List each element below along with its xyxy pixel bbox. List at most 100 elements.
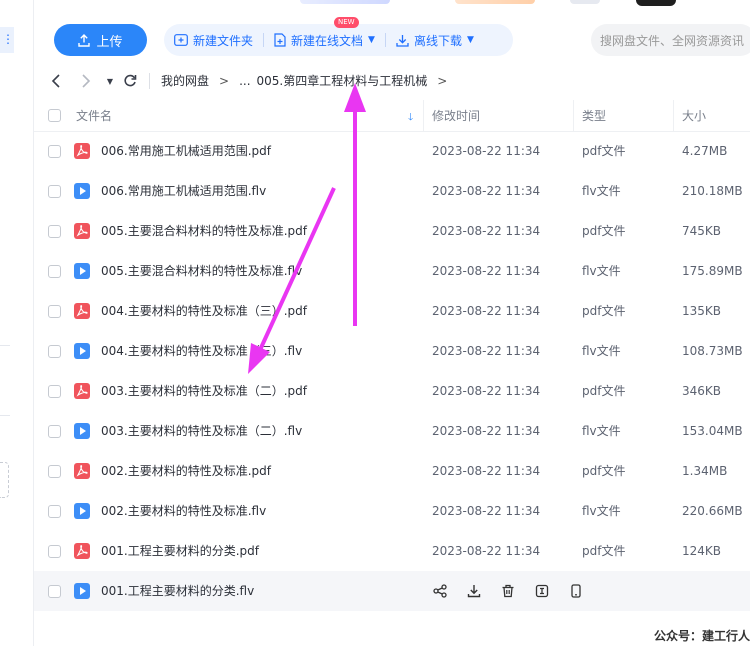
table-row[interactable]: 006.常用施工机械适用范围.flv 2023-08-22 11:34 flv文件 2… [34, 171, 750, 211]
column-header-modified[interactable]: 修改时间 [432, 100, 480, 132]
row-checkbox[interactable] [48, 345, 61, 358]
video-file-icon [73, 502, 91, 520]
modified-time: 2023-08-22 11:34 [432, 224, 541, 238]
row-checkbox[interactable] [48, 465, 61, 478]
toolbar: 上传 新建文件夹 新建在线文档 ▼ NEW 离线下载 ▼ 搜网盘文件、全网资源资… [34, 17, 750, 58]
new-online-doc-label: 新建在线文档 [291, 33, 364, 48]
file-name[interactable]: 004.主要材料的特性及标准（三）.pdf [101, 291, 307, 331]
table-row[interactable]: 003.主要材料的特性及标准（二）.pdf 2023-08-22 11:34 pdf… [34, 371, 750, 411]
delete-icon[interactable] [500, 583, 516, 599]
table-row[interactable]: 004.主要材料的特性及标准（三）.pdf 2023-08-22 11:34 pdf… [34, 291, 750, 331]
dropdown-caret-icon[interactable]: ▼ [368, 35, 375, 45]
column-divider[interactable] [673, 100, 674, 132]
row-checkbox[interactable] [48, 545, 61, 558]
sort-arrow-icon[interactable]: 🡓 [408, 110, 413, 127]
file-name[interactable]: 001.工程主要材料的分类.flv [101, 571, 254, 611]
video-file-icon [73, 262, 91, 280]
file-type: pdf文件 [582, 464, 626, 478]
file-name[interactable]: 004.主要材料的特性及标准（三）.flv [101, 331, 302, 371]
modified-time: 2023-08-22 11:34 [432, 544, 541, 558]
row-checkbox[interactable] [48, 505, 61, 518]
row-checkbox[interactable] [48, 305, 61, 318]
pdf-file-icon [73, 142, 91, 160]
table-row[interactable]: 001.工程主要材料的分类.flv [34, 571, 750, 611]
row-checkbox[interactable] [48, 385, 61, 398]
video-file-icon [73, 182, 91, 200]
phone-icon[interactable] [568, 583, 584, 599]
row-checkbox[interactable] [48, 585, 61, 598]
breadcrumb-separator: > [437, 73, 448, 88]
file-type: flv文件 [582, 424, 621, 438]
file-name[interactable]: 005.主要混合料材料的特性及标准.flv [101, 251, 302, 291]
breadcrumb-separator: > [219, 73, 230, 88]
pdf-file-icon [73, 222, 91, 240]
row-checkbox[interactable] [48, 425, 61, 438]
row-checkbox[interactable] [48, 225, 61, 238]
table-row[interactable]: 006.常用施工机械适用范围.pdf 2023-08-22 11:34 pdf文件 4… [34, 131, 750, 171]
select-all-checkbox[interactable] [48, 109, 61, 122]
top-tab-strip [455, 0, 535, 4]
rename-icon[interactable] [534, 583, 550, 599]
new-online-doc-button[interactable]: 新建在线文档 ▼ NEW [264, 17, 385, 56]
table-row[interactable]: 004.主要材料的特性及标准（三）.flv 2023-08-22 11:34 flv… [34, 331, 750, 371]
file-type: flv文件 [582, 184, 621, 198]
column-header-type[interactable]: 类型 [582, 100, 606, 132]
new-folder-button[interactable]: 新建文件夹 [164, 24, 263, 56]
file-type: pdf文件 [582, 144, 626, 158]
column-header-name[interactable]: 文件名 [76, 100, 112, 132]
breadcrumb-ellipsis[interactable]: ... [239, 74, 250, 88]
top-tab-strip [636, 0, 676, 6]
sidebar-drop-zone[interactable] [0, 462, 9, 498]
row-checkbox[interactable] [48, 185, 61, 198]
forward-arrow-icon[interactable] [76, 71, 96, 91]
file-name[interactable]: 002.主要材料的特性及标准.pdf [101, 451, 271, 491]
upload-button[interactable]: 上传 [54, 24, 147, 56]
file-type: pdf文件 [582, 544, 626, 558]
file-name[interactable]: 006.常用施工机械适用范围.pdf [101, 131, 271, 171]
file-table-header: 文件名 🡓 修改时间 类型 大小 [34, 100, 750, 132]
file-type: flv文件 [582, 264, 621, 278]
modified-time: 2023-08-22 11:34 [432, 504, 541, 518]
table-row[interactable]: 005.主要混合料材料的特性及标准.flv 2023-08-22 11:34 flv… [34, 251, 750, 291]
table-row[interactable]: 002.主要材料的特性及标准.flv 2023-08-22 11:34 flv文件 2… [34, 491, 750, 531]
table-row[interactable]: 002.主要材料的特性及标准.pdf 2023-08-22 11:34 pdf文件 1… [34, 451, 750, 491]
table-row[interactable]: 001.工程主要材料的分类.pdf 2023-08-22 11:34 pdf文件 12… [34, 531, 750, 571]
offline-download-button[interactable]: 离线下载 ▼ [386, 24, 484, 56]
file-size: 220.66MB [682, 504, 743, 518]
left-sidebar: ⋮ [0, 0, 34, 646]
breadcrumb-current[interactable]: 005.第四章工程材料与工程机械 [257, 72, 428, 89]
offline-download-icon [396, 34, 409, 47]
column-divider[interactable] [573, 100, 574, 132]
top-tab-strip [570, 0, 600, 4]
new-badge: NEW [334, 17, 359, 28]
share-icon[interactable] [432, 583, 448, 599]
file-name[interactable]: 001.工程主要材料的分类.pdf [101, 531, 259, 571]
file-name[interactable]: 005.主要混合料材料的特性及标准.pdf [101, 211, 307, 251]
file-size: 135KB [682, 304, 722, 318]
history-dropdown-icon[interactable]: ▼ [100, 71, 120, 91]
file-type: flv文件 [582, 344, 621, 358]
more-dots-icon[interactable]: ⋮ [2, 32, 14, 46]
breadcrumb-root[interactable]: 我的网盘 [161, 72, 209, 89]
file-name[interactable]: 006.常用施工机械适用范围.flv [101, 171, 266, 211]
search-input[interactable]: 搜网盘文件、全网资源资讯 [591, 24, 750, 56]
table-row[interactable]: 003.主要材料的特性及标准（二）.flv 2023-08-22 11:34 flv… [34, 411, 750, 451]
table-row[interactable]: 005.主要混合料材料的特性及标准.pdf 2023-08-22 11:34 pdf… [34, 211, 750, 251]
back-arrow-icon[interactable] [46, 71, 66, 91]
new-doc-icon [274, 33, 286, 47]
download-icon[interactable] [466, 583, 482, 599]
search-placeholder: 搜网盘文件、全网资源资讯 [600, 33, 745, 48]
row-checkbox[interactable] [48, 265, 61, 278]
file-name[interactable]: 003.主要材料的特性及标准（二）.pdf [101, 371, 307, 411]
file-name[interactable]: 002.主要材料的特性及标准.flv [101, 491, 266, 531]
column-header-size[interactable]: 大小 [682, 100, 706, 132]
column-divider[interactable] [423, 100, 424, 132]
new-folder-label: 新建文件夹 [193, 33, 254, 48]
modified-time: 2023-08-22 11:34 [432, 384, 541, 398]
file-name[interactable]: 003.主要材料的特性及标准（二）.flv [101, 411, 302, 451]
dropdown-caret-icon[interactable]: ▼ [467, 35, 474, 45]
row-checkbox[interactable] [48, 145, 61, 158]
sidebar-divider [0, 345, 10, 346]
refresh-icon[interactable] [120, 71, 140, 91]
modified-time: 2023-08-22 11:34 [432, 424, 541, 438]
